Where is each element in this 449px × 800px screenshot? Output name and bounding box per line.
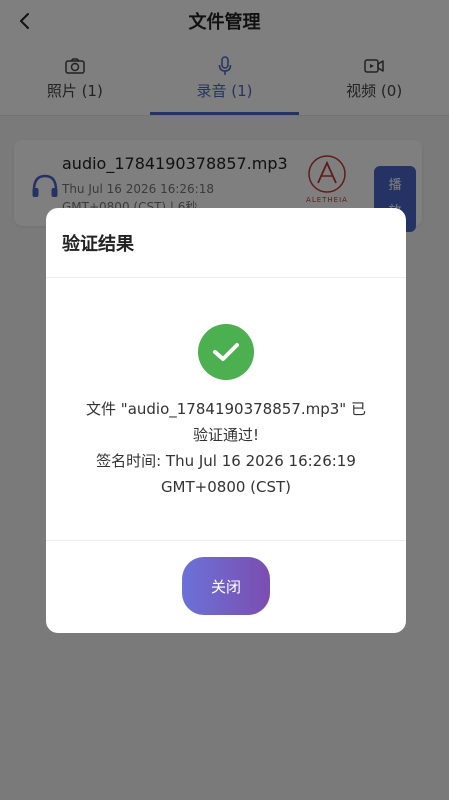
message-line-4: GMT+0800 (CST) [160,478,292,496]
dialog-divider [46,540,406,541]
message-line-1: 文件 "audio_1784190378857.mp3" 已 [86,400,366,418]
verification-dialog: 验证结果 文件 "audio_1784190378857.mp3" 已 验证通过… [46,208,406,633]
close-button[interactable]: 关闭 [182,557,270,615]
check-circle-icon [198,324,254,380]
verification-message: 文件 "audio_1784190378857.mp3" 已 验证通过! 签名时… [56,396,396,500]
message-line-3: 签名时间: Thu Jul 16 2026 16:26:19 [96,452,356,470]
dialog-title: 验证结果 [46,208,406,278]
message-line-2: 验证通过! [192,426,259,444]
